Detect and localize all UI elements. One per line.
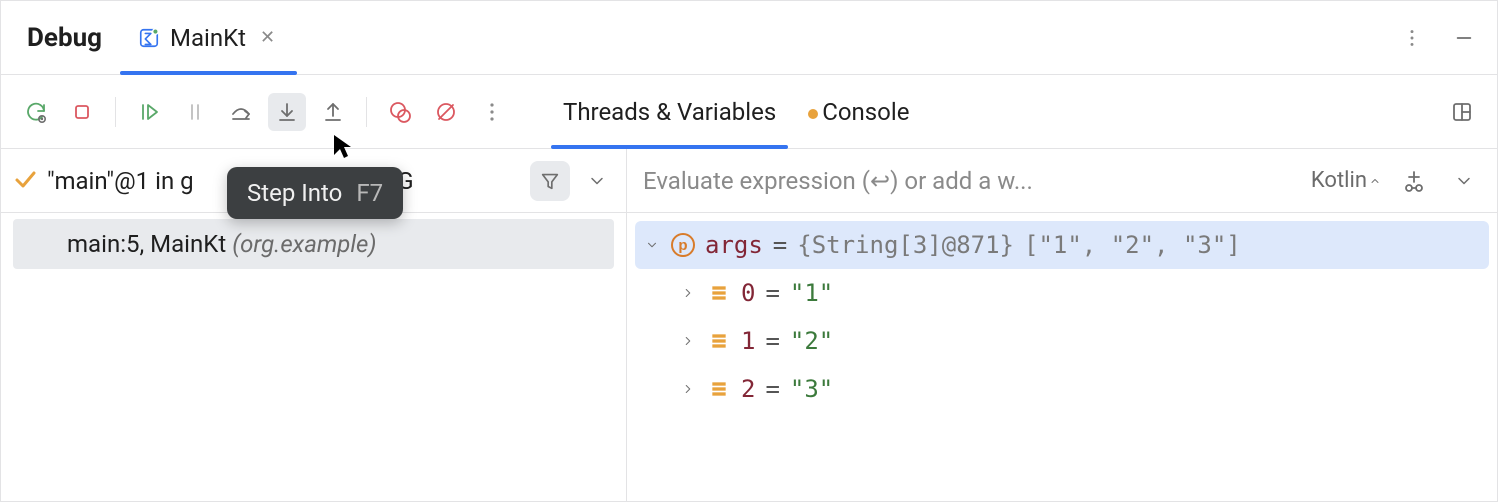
toolbar-separator — [366, 97, 367, 127]
tab-console-label: Console — [822, 98, 909, 126]
parameter-icon: p — [671, 233, 695, 257]
kotlin-run-icon — [138, 27, 160, 49]
run-config-tab[interactable]: MainKt ✕ — [120, 1, 297, 74]
frame-location: main:5, MainKt — [67, 230, 226, 258]
step-into-button[interactable] — [268, 93, 306, 131]
array-element-icon — [707, 377, 731, 401]
frame-package: (org.example) — [232, 230, 376, 258]
toolbar-separator — [115, 97, 116, 127]
equals-sign: = — [773, 231, 787, 259]
more-actions-icon[interactable] — [473, 93, 511, 131]
tooltip-label: Step Into — [247, 179, 342, 207]
equals-sign: = — [765, 375, 779, 403]
variable-row-item[interactable]: 2 = "3" — [635, 365, 1489, 413]
tool-window-title: Debug — [17, 23, 112, 53]
view-breakpoints-button[interactable] — [381, 93, 419, 131]
chevron-down-icon[interactable] — [580, 171, 614, 191]
expand-icon[interactable] — [679, 334, 697, 348]
equals-sign: = — [765, 327, 779, 355]
array-element-icon — [707, 281, 731, 305]
resume-button[interactable] — [130, 93, 168, 131]
tab-threads-label: Threads & Variables — [563, 98, 776, 126]
step-out-button[interactable] — [314, 93, 352, 131]
variable-row-item[interactable]: 0 = "1" — [635, 269, 1489, 317]
collapse-icon[interactable] — [643, 238, 661, 252]
variables-tree: p args = {String[3]@871} ["1", "2", "3"]… — [627, 213, 1497, 421]
close-icon[interactable]: ✕ — [256, 27, 279, 48]
stop-button[interactable] — [63, 93, 101, 131]
equals-sign: = — [765, 279, 779, 307]
expand-icon[interactable] — [679, 382, 697, 396]
evaluate-expression-bar: Evaluate expression (↩) or add a w... Ko… — [627, 149, 1497, 213]
debug-toolbar: Threads & Variables Console — [1, 75, 1497, 149]
tooltip-shortcut: F7 — [356, 179, 383, 207]
thread-label-prefix: "main"@1 in g — [47, 167, 194, 195]
variable-name: args — [705, 231, 763, 259]
titlebar: Debug MainKt ✕ — [1, 1, 1497, 75]
variables-pane: Evaluate expression (↩) or add a w... Ko… — [627, 149, 1497, 501]
tab-threads-variables[interactable]: Threads & Variables — [559, 75, 780, 148]
variable-type: {String[3]@871} — [797, 231, 1014, 259]
debug-tool-window: Debug MainKt ✕ — [0, 0, 1498, 502]
console-activity-dot-icon — [808, 109, 818, 119]
stack-frame-row[interactable]: main:5, MainKt (org.example) — [13, 219, 614, 269]
variable-value: "3" — [790, 375, 833, 403]
check-icon — [13, 167, 37, 195]
pause-button[interactable] — [176, 93, 214, 131]
filter-frames-button[interactable] — [530, 161, 570, 201]
layout-settings-icon[interactable] — [1443, 93, 1481, 131]
variable-index: 1 — [741, 327, 755, 355]
mute-breakpoints-button[interactable] — [427, 93, 465, 131]
step-over-button[interactable] — [222, 93, 260, 131]
tab-console[interactable]: Console — [804, 75, 913, 148]
variable-index: 2 — [741, 375, 755, 403]
expand-icon[interactable] — [679, 286, 697, 300]
run-config-tab-label: MainKt — [170, 24, 246, 52]
minimize-icon[interactable] — [1447, 21, 1481, 55]
add-watch-icon[interactable] — [1395, 162, 1433, 200]
rerun-button[interactable] — [17, 93, 55, 131]
expression-language-label: Kotlin — [1311, 168, 1367, 193]
variable-row-args[interactable]: p args = {String[3]@871} ["1", "2", "3"] — [635, 221, 1489, 269]
step-into-tooltip: Step Into F7 — [227, 167, 403, 219]
titlebar-actions — [1395, 21, 1481, 55]
expression-language-selector[interactable]: Kotlin — [1311, 168, 1381, 193]
variable-value: "2" — [790, 327, 833, 355]
variable-index: 0 — [741, 279, 755, 307]
debug-view-tabs: Threads & Variables Console — [559, 75, 913, 148]
variable-row-item[interactable]: 1 = "2" — [635, 317, 1489, 365]
chevron-down-icon[interactable] — [1447, 171, 1481, 191]
more-options-icon[interactable] — [1395, 21, 1429, 55]
evaluate-expression-input[interactable]: Evaluate expression (↩) or add a w... — [643, 167, 1297, 195]
debug-body: "main"@1 in g ING main:5, MainKt (org.ex… — [1, 149, 1497, 501]
variable-preview: ["1", "2", "3"] — [1024, 231, 1241, 259]
variable-value: "1" — [790, 279, 833, 307]
array-element-icon — [707, 329, 731, 353]
